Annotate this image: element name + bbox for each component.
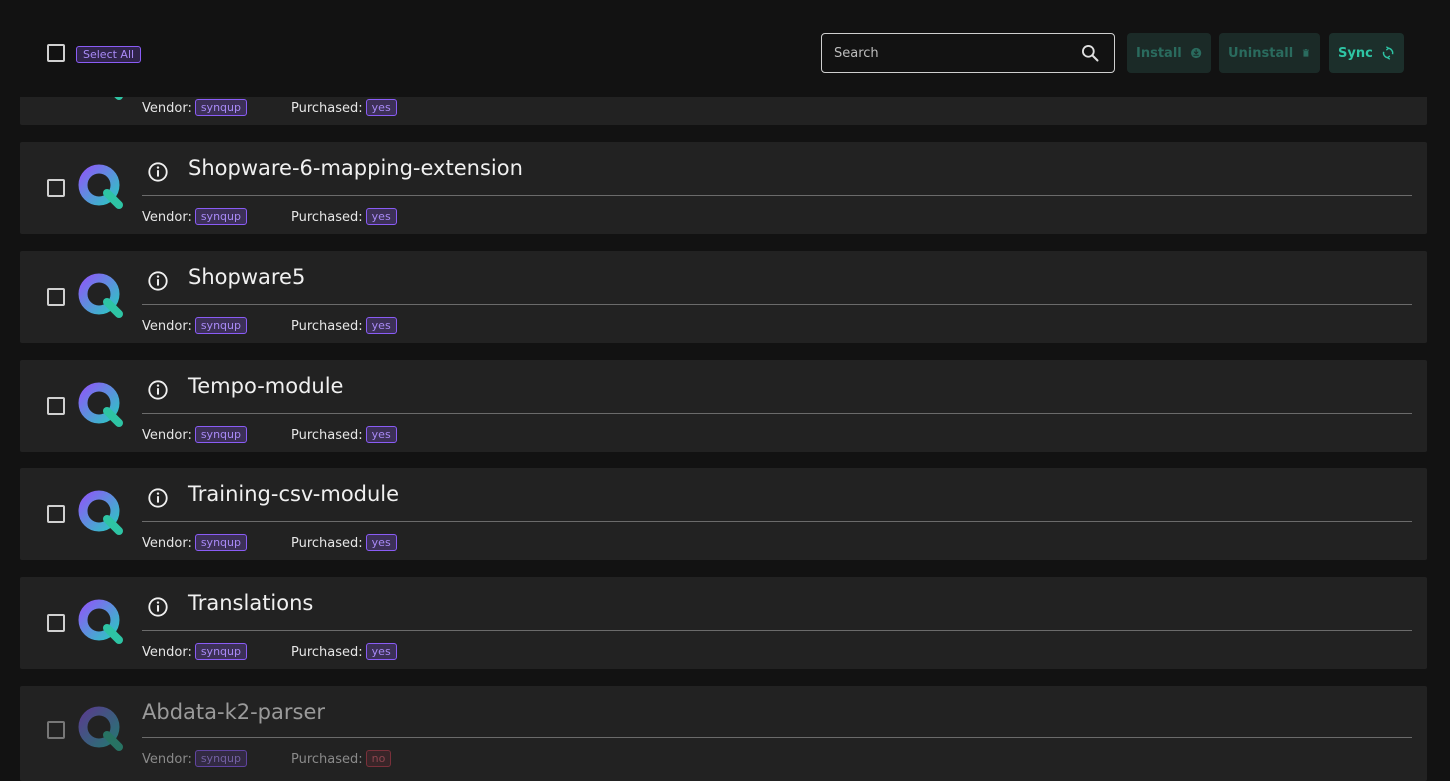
vendor-field: Vendor: synqup [142, 643, 247, 660]
module-title: Shopware-6-mapping-extension [188, 156, 523, 180]
vendor-field: Vendor: synqup [142, 534, 247, 551]
purchased-field: Purchased: yes [291, 643, 397, 660]
synqup-logo-icon [78, 490, 123, 535]
info-icon[interactable] [147, 379, 169, 401]
synqup-logo-icon [78, 599, 123, 644]
vendor-field: Vendor: synqup [142, 208, 247, 225]
vendor-tag: synqup [194, 750, 247, 767]
purchased-field: Purchased: no [291, 750, 392, 767]
purchased-tag: yes [365, 534, 397, 551]
module-title: Translations [188, 591, 314, 615]
synqup-logo-icon [78, 273, 123, 318]
trash-icon [1303, 48, 1310, 57]
module-card: Training-csv-module Vendor: synqup Purcha… [20, 468, 1427, 560]
module-title: Abdata-k2-parser [142, 700, 326, 724]
uninstall-label: Uninstall [1228, 45, 1294, 61]
module-title: Tempo-module [188, 374, 344, 398]
vendor-tag: synqup [194, 426, 247, 443]
module-title: Training-csv-module [188, 482, 400, 506]
vendor-tag: synqup [194, 99, 247, 116]
purchased-field: Purchased: yes [291, 426, 397, 443]
search-input[interactable] [822, 34, 1072, 72]
vendor-tag: synqup [194, 208, 247, 225]
module-checkbox[interactable] [47, 614, 65, 632]
install-label: Install [1136, 45, 1182, 61]
purchased-field: Purchased: yes [291, 208, 397, 225]
divider [142, 737, 1412, 738]
purchased-tag: no [365, 750, 392, 767]
divider [142, 413, 1412, 414]
toolbar: Select All Install Uninstall Sync [0, 0, 1450, 97]
sync-button[interactable]: Sync [1329, 33, 1404, 73]
divider [142, 521, 1412, 522]
module-checkbox[interactable] [47, 179, 65, 197]
install-button[interactable]: Install [1127, 33, 1211, 73]
info-icon[interactable] [147, 270, 169, 292]
module-card: Tempo-module Vendor: synqup Purchased: yes [20, 360, 1427, 452]
vendor-tag: synqup [194, 534, 247, 551]
purchased-tag: yes [365, 426, 397, 443]
divider [142, 195, 1412, 196]
purchased-tag: yes [365, 643, 397, 660]
info-icon[interactable] [147, 487, 169, 509]
select-all-checkbox[interactable] [47, 44, 65, 62]
sync-label: Sync [1338, 45, 1373, 61]
info-icon[interactable] [147, 596, 169, 618]
search-box [821, 33, 1115, 73]
module-card: Shopware5 Vendor: synqup Purchased: yes [20, 251, 1427, 343]
module-checkbox[interactable] [47, 505, 65, 523]
vendor-field: Vendor: synqup [142, 426, 247, 443]
sync-icon [1382, 46, 1394, 60]
module-title: Shopware5 [188, 265, 306, 289]
module-checkbox[interactable] [47, 397, 65, 415]
divider [142, 304, 1412, 305]
vendor-field: Vendor: synqup [142, 99, 247, 116]
purchased-field: Purchased: yes [291, 534, 397, 551]
module-card: Shopware-6-mapping-extension Vendor: synq… [20, 142, 1427, 234]
divider [142, 630, 1412, 631]
vendor-field: Vendor: synqup [142, 317, 247, 334]
download-circle-icon [1190, 47, 1201, 59]
vendor-field: Vendor: synqup [142, 750, 247, 767]
module-card: Translations Vendor: synqup Purchased: yes [20, 577, 1427, 669]
vendor-tag: synqup [194, 317, 247, 334]
vendor-tag: synqup [194, 643, 247, 660]
synqup-logo-icon [78, 706, 123, 751]
purchased-tag: yes [365, 208, 397, 225]
info-icon[interactable] [147, 161, 169, 183]
module-checkbox[interactable] [47, 288, 65, 306]
module-card: Abdata-k2-parser Vendor: synqup Purchased… [20, 686, 1427, 781]
select-all-button[interactable]: Select All [76, 46, 142, 63]
purchased-tag: yes [365, 317, 397, 334]
module-checkbox[interactable] [47, 721, 65, 739]
purchased-field: Purchased: yes [291, 99, 397, 116]
synqup-logo-icon [78, 164, 123, 209]
uninstall-button[interactable]: Uninstall [1219, 33, 1320, 73]
purchased-tag: yes [365, 99, 397, 116]
purchased-field: Purchased: yes [291, 317, 397, 334]
synqup-logo-icon [78, 382, 123, 427]
search-icon[interactable] [1080, 43, 1100, 63]
